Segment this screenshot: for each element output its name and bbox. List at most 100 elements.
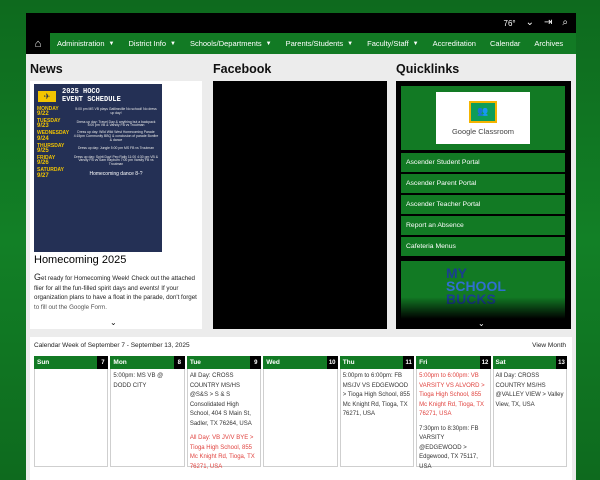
calendar-event[interactable]: 5:00pm to 6:00pm: VB VARSITY VS ALVORD >…: [419, 372, 487, 420]
chevron-down-icon[interactable]: ⌄: [526, 18, 534, 28]
calendar-day-number: 8: [173, 356, 185, 369]
calendar-day-header: Wed 10: [263, 356, 338, 369]
quicklinks-panel: 👥 Google Classroom Ascender Student Port…: [396, 81, 571, 329]
flier-day-row: SATURDAY 9/27 Homecoming dance 8-?: [34, 167, 162, 179]
calendar-day-thu: Thu 11 5:00pm to 6:00pm: FB MS/JV VS EDGEW…: [339, 356, 415, 467]
flier-day-date: 9/22: [37, 111, 49, 118]
flier-day-date: 9/26: [37, 160, 49, 167]
homecoming-flier-image[interactable]: ✈ 2025 HOCO EVENT SCHEDULE MONDAY 9/22 5:0…: [34, 84, 162, 252]
calendar-day-mon: Mon 8 5:00pm: MS VB @ DODD CITY: [110, 356, 185, 467]
flier-day-row: FRIDAY 9/26 Dress up day: Spirit Day! Pep …: [34, 155, 162, 167]
calendar-day-sat: Sat 13 All Day: CROSS COUNTRY MS/HS @VALLE…: [492, 356, 567, 467]
airplane-icon: ✈: [38, 90, 56, 102]
calendar-panel: Calendar Week of September 7 - September…: [30, 337, 572, 480]
calendar-day-name: Wed: [266, 359, 280, 366]
caret-down-icon: ▼: [347, 40, 354, 47]
quicklink-report-an-absence[interactable]: Report an Absence: [401, 216, 565, 235]
quicklinks-scroll-down-icon[interactable]: ⌄: [478, 319, 485, 328]
calendar-day-number: 10: [326, 356, 338, 369]
flier-day-date: 9/23: [37, 123, 49, 130]
calendar-day-body: 5:00pm to 6:00pm: VB VARSITY VS ALVORD >…: [416, 369, 491, 470]
news-dropcap: G: [34, 272, 42, 282]
flier-day-events: Dress up day: Wild Wild West Homecoming …: [73, 130, 159, 142]
weather-temperature[interactable]: 76°: [504, 19, 516, 28]
calendar-day-body: 5:00pm: MS VB @ DODD CITY: [110, 369, 185, 467]
calendar-day-name: Tue: [189, 359, 201, 366]
calendar-day-number: 13: [555, 356, 567, 369]
calendar-day-number: 12: [479, 356, 491, 369]
nav-item-faculty-staff[interactable]: Faculty/Staff ▼: [360, 39, 426, 48]
calendar-day-name: Thu: [342, 359, 355, 366]
calendar-day-body: [263, 369, 338, 467]
view-month-link[interactable]: View Month: [532, 342, 566, 349]
calendar-event[interactable]: All Day: CROSS COUNTRY MS/HS @VALLEY VIE…: [496, 372, 564, 410]
facebook-feed-panel: [213, 81, 387, 329]
news-headline[interactable]: Homecoming 2025: [34, 254, 126, 266]
news-heading: News: [30, 62, 63, 76]
calendar-event[interactable]: All Day: CROSS COUNTRY MS/HS @S&S > S & …: [190, 372, 258, 429]
calendar-event[interactable]: All Day: VB JV/V BYE > Tioga High School…: [190, 434, 258, 472]
utility-bar: 76° ⌄ ⇥ ⌕: [26, 13, 576, 33]
flier-day-events: 5:00 pm MS VB plays Gatlinsville No scho…: [75, 107, 157, 116]
calendar-day-header: Fri 12: [416, 356, 491, 369]
calendar-day-number: 11: [403, 356, 415, 369]
sign-in-icon[interactable]: ⇥: [544, 18, 552, 28]
news-scroll-down-icon[interactable]: ⌄: [110, 318, 117, 327]
quicklink-ascender-student-portal[interactable]: Ascender Student Portal: [401, 153, 565, 172]
calendar-day-name: Fri: [419, 359, 428, 366]
calendar-day-sun: Sun 7: [34, 356, 109, 467]
nav-item-parents-students[interactable]: Parents/Students ▼: [279, 39, 361, 48]
my-school-bucks-link[interactable]: MY SCHOOL BUCKS: [401, 261, 565, 319]
google-classroom-link[interactable]: 👥 Google Classroom: [401, 86, 565, 150]
classroom-board-icon: 👥: [469, 100, 497, 123]
calendar-day-tue: Tue 9 All Day: CROSS COUNTRY MS/HS @S&S > …: [186, 356, 262, 470]
calendar-day-header: Thu 11: [339, 356, 415, 369]
calendar-day-fri: Fri 12 5:00pm to 6:00pm: VB VARSITY VS ALV…: [416, 356, 491, 470]
nav-item-district-info[interactable]: District Info ▼: [121, 39, 182, 48]
nav-item-archives[interactable]: Archives: [527, 39, 570, 48]
flier-title-line2: EVENT SCHEDULE: [62, 96, 121, 104]
google-classroom-label: Google Classroom: [451, 126, 515, 136]
quicklink-cafeteria-menus[interactable]: Cafeteria Menus: [401, 237, 565, 256]
calendar-day-header: Mon 8: [110, 356, 185, 369]
quicklink-ascender-teacher-portal[interactable]: Ascender Teacher Portal: [401, 195, 565, 214]
flier-day-events: Dress up day: Jungle 5:00 pm MS FB vs Tr…: [78, 146, 154, 151]
calendar-event[interactable]: 7:30pm to 8:30pm: FB VARSITY @EDGEWOOD >…: [419, 425, 487, 473]
main-nav: ⌂ Administration ▼ District Info ▼ Schools/D…: [26, 33, 576, 54]
flier-day-row: THURSDAY 9/25 Dress up day: Jungle 5:00 pm…: [34, 143, 162, 155]
nav-item-calendar[interactable]: Calendar: [483, 39, 527, 48]
calendar-day-body: All Day: CROSS COUNTRY MS/HS @VALLEY VIE…: [492, 369, 567, 467]
home-icon[interactable]: ⌂: [26, 33, 50, 54]
calendar-day-header: Sat 13: [492, 356, 567, 369]
news-panel: ✈ 2025 HOCO EVENT SCHEDULE MONDAY 9/22 5:0…: [30, 81, 202, 329]
calendar-day-header: Sun 7: [34, 356, 109, 369]
flier-day-date: 9/27: [37, 172, 49, 179]
flier-day-events: Dress up day: Spirit Day! Pep Rally 11:0…: [74, 154, 158, 167]
flier-day-row: MONDAY 9/22 5:00 pm MS VB plays Gatlinsvil…: [34, 106, 162, 118]
flier-day-row: WEDNESDAY 9/24 Dress up day: Wild Wild Wes…: [34, 130, 162, 143]
flier-day-row: TUESDAY 9/23 Dress up day: Travel Day & an…: [34, 118, 162, 130]
search-icon[interactable]: ⌕: [562, 18, 568, 28]
calendar-day-body: [34, 369, 109, 467]
calendar-day-body: 5:00pm to 6:00pm: FB MS/JV VS EDGEWOOD >…: [339, 369, 415, 467]
calendar-day-header: Tue 9: [186, 356, 262, 369]
calendar-event[interactable]: 5:00pm: MS VB @ DODD CITY: [113, 372, 181, 391]
calendar-day-number: 7: [97, 356, 109, 369]
flier-title-line1: 2025 HOCO: [62, 88, 100, 96]
quicklink-ascender-parent-portal[interactable]: Ascender Parent Portal: [401, 174, 565, 193]
flier-day-date: 9/25: [37, 148, 49, 155]
google-classroom-logo: 👥 Google Classroom: [436, 92, 530, 144]
nav-item-accreditation[interactable]: Accreditation: [426, 39, 483, 48]
msb-fade-overlay: [401, 297, 565, 319]
calendar-day-name: Mon: [113, 359, 127, 366]
calendar-event[interactable]: 5:00pm to 6:00pm: FB MS/JV VS EDGEWOOD >…: [343, 372, 411, 420]
main-content: News Facebook Quicklinks ✈ 2025 HOCO EVE…: [26, 54, 576, 480]
caret-down-icon: ▼: [265, 40, 272, 47]
nav-item-administration[interactable]: Administration ▼: [50, 39, 121, 48]
facebook-heading: Facebook: [213, 62, 272, 76]
calendar-day-name: Sat: [495, 359, 506, 366]
caret-down-icon: ▼: [108, 40, 115, 47]
caret-down-icon: ▼: [170, 40, 176, 47]
nav-item-schools-departments[interactable]: Schools/Departments ▼: [183, 39, 279, 48]
calendar-day-name: Sun: [37, 359, 50, 366]
